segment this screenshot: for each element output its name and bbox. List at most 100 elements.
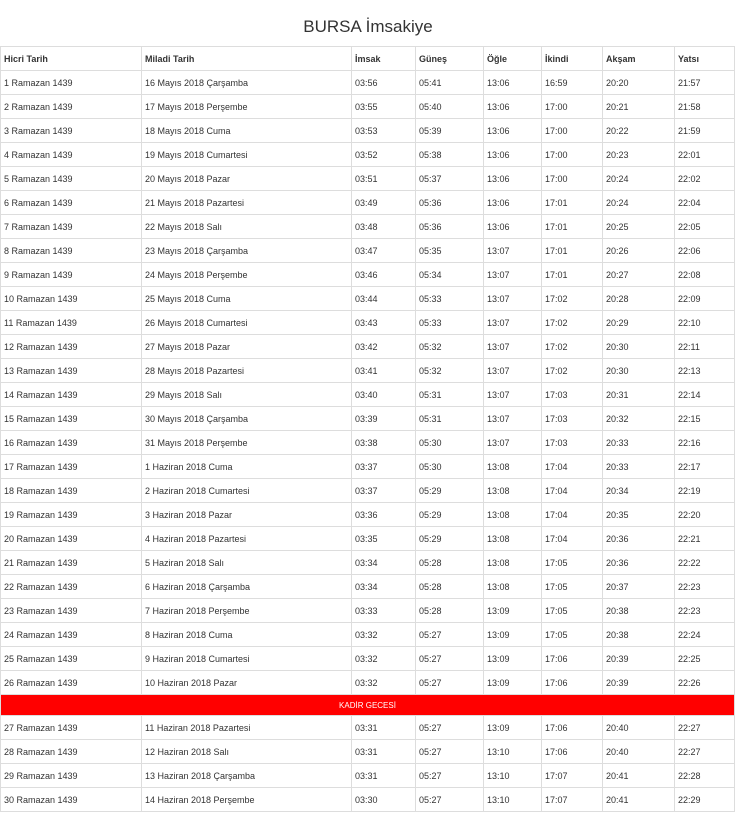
- table-cell: 28 Ramazan 1439: [0, 739, 142, 764]
- table-cell: 20:35: [602, 502, 675, 527]
- table-cell: 03:37: [351, 478, 416, 503]
- table-row: 5 Ramazan 1439 20 Mayıs 2018 Pazar 03:51 05…: [0, 166, 735, 191]
- table-cell: 05:41: [415, 70, 484, 95]
- table-cell: 1 Haziran 2018 Cuma: [141, 454, 352, 479]
- kadir-gecesi-label: KADİR GECESİ: [0, 694, 735, 716]
- table-cell: 05:37: [415, 166, 484, 191]
- table-cell: 20:30: [602, 358, 675, 383]
- table-cell: 22:04: [674, 190, 735, 215]
- table-row: 30 Ramazan 1439 14 Haziran 2018 Perşembe 0…: [0, 787, 735, 812]
- table-cell: 1 Ramazan 1439: [0, 70, 142, 95]
- table-cell: 13:07: [483, 382, 542, 407]
- table-cell: 17:07: [541, 763, 603, 788]
- table-cell: 10 Ramazan 1439: [0, 286, 142, 311]
- table-cell: 05:27: [415, 787, 484, 812]
- table-cell: 22:26: [674, 670, 735, 695]
- table-cell: 22:20: [674, 502, 735, 527]
- table-cell: 20:24: [602, 166, 675, 191]
- table-cell: 16 Mayıs 2018 Çarşamba: [141, 70, 352, 95]
- table-cell: 13:06: [483, 94, 542, 119]
- table-cell: 05:36: [415, 214, 484, 239]
- table-cell: 22:25: [674, 646, 735, 671]
- table-cell: 17:04: [541, 526, 603, 551]
- table-row: 10 Ramazan 1439 25 Mayıs 2018 Cuma 03:44 05…: [0, 286, 735, 311]
- table-cell: 4 Ramazan 1439: [0, 142, 142, 167]
- table-cell: 13:10: [483, 739, 542, 764]
- table-cell: 05:27: [415, 739, 484, 764]
- table-cell: 03:48: [351, 214, 416, 239]
- table-cell: 17:02: [541, 286, 603, 311]
- table-header-row: Hicri Tarih Miladi Tarih İmsak Güneş Öğle İki…: [0, 46, 735, 71]
- table-cell: 13:10: [483, 763, 542, 788]
- table-cell: 05:33: [415, 310, 484, 335]
- table-cell: 30 Ramazan 1439: [0, 787, 142, 812]
- table-cell: 13:07: [483, 334, 542, 359]
- table-row: 4 Ramazan 1439 19 Mayıs 2018 Cumartesi 03:…: [0, 142, 735, 167]
- table-cell: 21:59: [674, 118, 735, 143]
- column-header: Akşam: [602, 46, 675, 71]
- table-cell: 05:38: [415, 142, 484, 167]
- table-cell: 17 Mayıs 2018 Perşembe: [141, 94, 352, 119]
- table-row: 7 Ramazan 1439 22 Mayıs 2018 Salı 03:48 05:…: [0, 214, 735, 239]
- table-cell: 26 Ramazan 1439: [0, 670, 142, 695]
- table-cell: 22:06: [674, 238, 735, 263]
- table-row: 27 Ramazan 1439 11 Haziran 2018 Pazartesi…: [0, 715, 735, 740]
- table-cell: 03:32: [351, 622, 416, 647]
- table-cell: 22:11: [674, 334, 735, 359]
- table-cell: 8 Haziran 2018 Cuma: [141, 622, 352, 647]
- table-cell: 27 Mayıs 2018 Pazar: [141, 334, 352, 359]
- table-cell: 9 Haziran 2018 Cumartesi: [141, 646, 352, 671]
- table-cell: 5 Ramazan 1439: [0, 166, 142, 191]
- column-header: Hicri Tarih: [0, 46, 142, 71]
- table-cell: 17:01: [541, 190, 603, 215]
- table-cell: 17:06: [541, 646, 603, 671]
- table-row: 19 Ramazan 1439 3 Haziran 2018 Pazar 03:36…: [0, 502, 735, 527]
- table-row: 18 Ramazan 1439 2 Haziran 2018 Cumartesi 0…: [0, 478, 735, 503]
- table-cell: 20:34: [602, 478, 675, 503]
- table-cell: 22:21: [674, 526, 735, 551]
- table-cell: 03:38: [351, 430, 416, 455]
- table-cell: 11 Ramazan 1439: [0, 310, 142, 335]
- table-cell: 13:07: [483, 406, 542, 431]
- table-cell: 03:40: [351, 382, 416, 407]
- table-cell: 23 Ramazan 1439: [0, 598, 142, 623]
- table-cell: 19 Ramazan 1439: [0, 502, 142, 527]
- table-cell: 9 Ramazan 1439: [0, 262, 142, 287]
- table-cell: 20:40: [602, 715, 675, 740]
- table-cell: 6 Haziran 2018 Çarşamba: [141, 574, 352, 599]
- table-cell: 05:33: [415, 286, 484, 311]
- table-cell: 22:10: [674, 310, 735, 335]
- table-cell: 05:32: [415, 358, 484, 383]
- table-row: 11 Ramazan 1439 26 Mayıs 2018 Cumartesi 03…: [0, 310, 735, 335]
- table-cell: 17:00: [541, 166, 603, 191]
- table-cell: 22:28: [674, 763, 735, 788]
- table-cell: 05:29: [415, 478, 484, 503]
- table-cell: 22:01: [674, 142, 735, 167]
- table-cell: 05:29: [415, 526, 484, 551]
- table-cell: 13:08: [483, 574, 542, 599]
- table-cell: 13:07: [483, 430, 542, 455]
- table-cell: 31 Mayıs 2018 Perşembe: [141, 430, 352, 455]
- table-body-first: 1 Ramazan 1439 16 Mayıs 2018 Çarşamba 03:5…: [0, 70, 735, 695]
- table-cell: 20:23: [602, 142, 675, 167]
- table-cell: 20:41: [602, 763, 675, 788]
- table-cell: 21:57: [674, 70, 735, 95]
- table-row: 28 Ramazan 1439 12 Haziran 2018 Salı 03:31…: [0, 739, 735, 764]
- table-cell: 03:32: [351, 646, 416, 671]
- table-cell: 13 Ramazan 1439: [0, 358, 142, 383]
- table-cell: 22:29: [674, 787, 735, 812]
- table-cell: 29 Mayıs 2018 Salı: [141, 382, 352, 407]
- table-cell: 17:01: [541, 214, 603, 239]
- table-cell: 13:09: [483, 622, 542, 647]
- table-cell: 20:33: [602, 430, 675, 455]
- table-cell: 29 Ramazan 1439: [0, 763, 142, 788]
- table-cell: 13:09: [483, 646, 542, 671]
- table-cell: 05:31: [415, 406, 484, 431]
- table-cell: 15 Ramazan 1439: [0, 406, 142, 431]
- table-cell: 03:51: [351, 166, 416, 191]
- table-cell: 13:08: [483, 454, 542, 479]
- table-cell: 2 Ramazan 1439: [0, 94, 142, 119]
- table-cell: 22:23: [674, 574, 735, 599]
- table-cell: 11 Haziran 2018 Pazartesi: [141, 715, 352, 740]
- table-cell: 13:06: [483, 166, 542, 191]
